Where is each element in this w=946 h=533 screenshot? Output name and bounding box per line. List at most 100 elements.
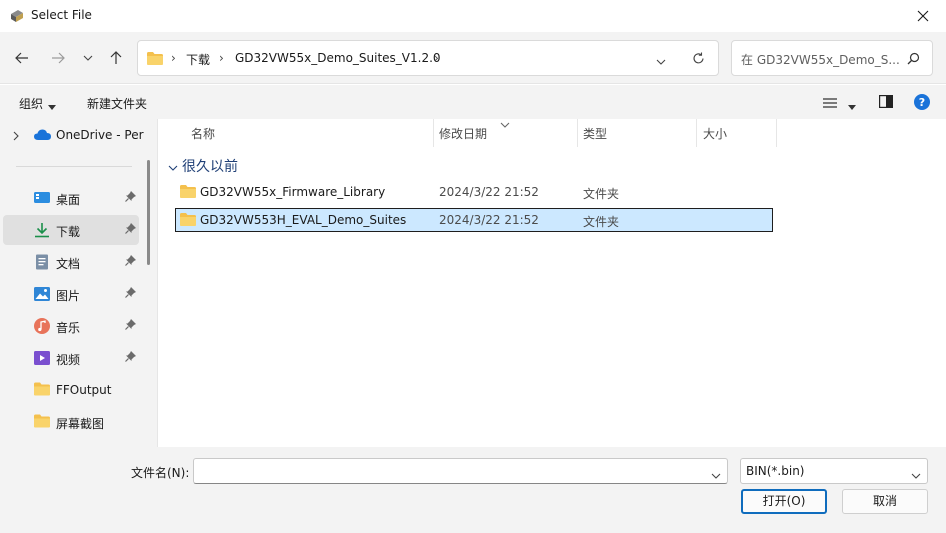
sort-chevron-icon: [500, 117, 510, 131]
navigation-pane: OneDrive - Per 桌面 下载 文档 图片 音乐 视频 FFOutpu…: [0, 119, 158, 447]
title-bar: Select File: [0, 0, 946, 32]
preview-pane-icon[interactable]: [879, 95, 894, 111]
breadcrumb-separator-icon: ›: [219, 51, 224, 65]
breadcrumb-downloads[interactable]: 下载: [186, 51, 210, 68]
view-options-caret-icon[interactable]: [848, 99, 856, 113]
folder-icon: [147, 52, 163, 68]
chevron-down-icon: [83, 55, 93, 61]
sidebar-item-label: 音乐: [56, 321, 81, 335]
arrow-left-icon: [15, 52, 28, 64]
refresh-icon[interactable]: [692, 52, 705, 68]
download-icon: [34, 222, 50, 238]
cancel-button[interactable]: 取消: [842, 489, 928, 514]
sidebar-item-pictures[interactable]: 图片: [3, 279, 139, 309]
command-bar: 组织 新建文件夹 ?: [0, 85, 946, 119]
address-history-chevron-icon[interactable]: [656, 54, 666, 68]
onedrive-cloud-icon: [34, 129, 51, 143]
sidebar-item-label: FFOutput: [56, 383, 112, 397]
arrow-right-icon: [52, 52, 65, 64]
pin-icon: [125, 223, 136, 237]
filetype-select[interactable]: BIN(*.bin): [740, 458, 928, 484]
breadcrumb-current-folder[interactable]: GD32VW55x_Demo_Suites_V1.2.0: [235, 51, 441, 65]
file-date: 2024/3/22 21:52: [439, 213, 539, 227]
sidebar-item-documents[interactable]: 文档: [3, 247, 139, 277]
file-type: 文件夹: [583, 215, 620, 229]
document-icon: [34, 254, 50, 270]
sidebar-item-label: 文档: [56, 257, 81, 271]
breadcrumb-separator-icon: ›: [171, 51, 176, 65]
navigation-bar: › 下载 › GD32VW55x_Demo_Suites_V1.2.0 › 在 …: [0, 32, 946, 84]
sidebar-item-label: 下载: [56, 225, 81, 239]
sidebar-item-label: 视频: [56, 353, 81, 367]
group-header[interactable]: 很久以前: [182, 156, 238, 176]
file-list: 名称 修改日期 类型 大小 很久以前 GD32VW55x_Firmware_Li…: [158, 119, 946, 447]
table-row[interactable]: GD32VW55x_Firmware_Library 2024/3/22 21:…: [175, 180, 773, 204]
sidebar-item-label: 图片: [56, 289, 81, 303]
filename-field[interactable]: [193, 458, 728, 484]
column-header-date[interactable]: 修改日期: [439, 125, 487, 142]
organize-menu-button[interactable]: 组织: [19, 95, 43, 112]
column-header-name[interactable]: 名称: [191, 125, 215, 142]
chevron-down-icon[interactable]: [711, 468, 721, 482]
sidebar-item-onedrive[interactable]: OneDrive - Per: [56, 128, 144, 142]
open-button[interactable]: 打开(O): [741, 489, 827, 514]
group-collapse-chevron-icon[interactable]: [168, 160, 178, 174]
view-list-icon[interactable]: [823, 97, 837, 111]
folder-icon: [34, 414, 50, 430]
chevron-down-icon: [911, 468, 921, 482]
search-icon[interactable]: [907, 52, 920, 68]
pin-icon: [125, 287, 136, 301]
pin-icon: [125, 255, 136, 269]
file-type: 文件夹: [583, 187, 620, 201]
caret-down-icon: [48, 99, 56, 113]
forward-button[interactable]: [46, 46, 70, 70]
filename-label: 文件名(N):: [131, 466, 190, 480]
sidebar-item-videos[interactable]: 视频: [3, 343, 139, 373]
help-icon[interactable]: ?: [914, 94, 930, 113]
music-icon: [34, 318, 50, 334]
column-header-size[interactable]: 大小: [703, 125, 727, 142]
sidebar-item-label: 桌面: [56, 193, 81, 207]
arrow-up-icon: [110, 51, 122, 64]
column-divider[interactable]: [776, 119, 777, 147]
sidebar-item-label: 屏幕截图: [56, 417, 105, 431]
column-divider[interactable]: [696, 119, 697, 147]
filetype-value: BIN(*.bin): [746, 464, 805, 478]
column-divider[interactable]: [433, 119, 434, 147]
divider: [16, 166, 132, 167]
window-title: Select File: [31, 8, 92, 22]
pin-icon: [125, 351, 136, 365]
app-icon: [9, 8, 25, 24]
folder-icon: [180, 213, 196, 229]
table-row[interactable]: GD32VW553H_EVAL_Demo_Suites 2024/3/22 21…: [175, 208, 773, 232]
folder-icon: [180, 185, 196, 201]
pin-icon: [125, 319, 136, 333]
file-date: 2024/3/22 21:52: [439, 185, 539, 199]
recent-locations-button[interactable]: [76, 46, 100, 70]
close-icon: [917, 10, 929, 22]
back-button[interactable]: [10, 46, 34, 70]
dialog-footer: 文件名(N): BIN(*.bin) 打开(O) 取消: [0, 447, 946, 533]
breadcrumb-separator-icon[interactable]: ›: [434, 51, 439, 65]
sidebar-item-screenshots[interactable]: 屏幕截图: [3, 407, 139, 437]
address-bar[interactable]: › 下载 › GD32VW55x_Demo_Suites_V1.2.0 ›: [137, 40, 719, 76]
sidebar-item-music[interactable]: 音乐: [3, 311, 139, 341]
close-button[interactable]: [900, 0, 946, 32]
video-icon: [34, 350, 50, 366]
new-folder-button[interactable]: 新建文件夹: [87, 95, 147, 112]
file-name: GD32VW553H_EVAL_Demo_Suites: [200, 213, 407, 227]
pictures-icon: [34, 286, 50, 302]
pin-icon: [125, 191, 136, 205]
column-divider[interactable]: [577, 119, 578, 147]
up-button[interactable]: [104, 46, 128, 70]
sidebar-item-desktop[interactable]: 桌面: [3, 183, 139, 213]
column-header-type[interactable]: 类型: [583, 125, 607, 142]
search-input[interactable]: 在 GD32VW55x_Demo_S...: [731, 40, 933, 76]
sidebar-item-ffoutput[interactable]: FFOutput: [3, 375, 139, 405]
svg-text:?: ?: [919, 96, 925, 109]
sidebar-scrollbar[interactable]: [147, 160, 150, 265]
search-placeholder: 在 GD32VW55x_Demo_S...: [741, 53, 900, 67]
expand-chevron-icon[interactable]: [13, 130, 19, 144]
sidebar-item-downloads[interactable]: 下载: [3, 215, 139, 245]
desktop-icon: [34, 190, 50, 206]
